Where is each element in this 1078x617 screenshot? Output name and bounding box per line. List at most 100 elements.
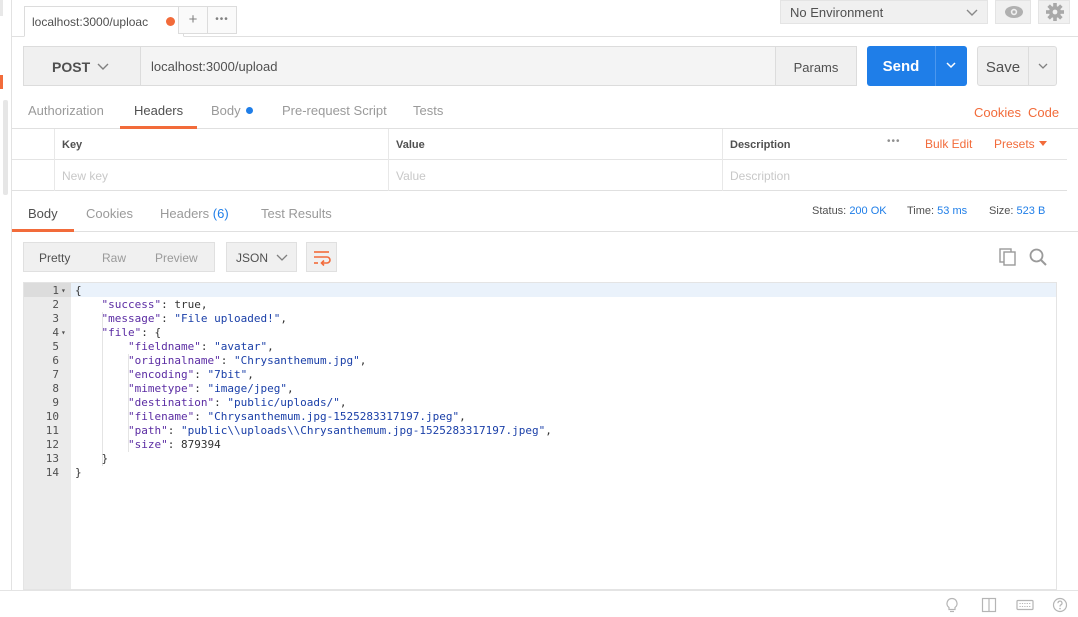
line-number: 7 [52, 368, 59, 381]
time-value: 53 ms [937, 205, 968, 217]
tab-headers[interactable]: Headers [120, 103, 198, 129]
status-bar [0, 590, 1078, 617]
tab-response-body[interactable]: Body [12, 206, 74, 232]
code-text: "filename": "Chrysanthemum.jpg-152528331… [127, 410, 466, 423]
response-time: Time: 53 ms [907, 205, 967, 217]
left-sidebar-edge [0, 0, 12, 590]
new-key-input[interactable]: New key [54, 160, 389, 191]
headers-table: Key Value Description ••• Bulk Edit Pres… [12, 129, 1067, 191]
code-text: "mimetype": "image/jpeg", [127, 382, 294, 395]
code-text: "encoding": "7bit", [127, 368, 254, 381]
sidebar-scrollbar[interactable] [3, 100, 8, 195]
fold-toggle-icon[interactable]: ▾ [61, 284, 66, 298]
line-number: 2 [52, 298, 59, 311]
two-pane-icon[interactable] [981, 597, 997, 613]
method-select[interactable]: POST [23, 46, 140, 86]
line-number: 10 [45, 410, 59, 423]
status-label: Status: [812, 205, 847, 217]
mode-raw[interactable]: Raw [102, 251, 126, 265]
format-label: JSON [236, 251, 269, 265]
mode-pretty[interactable]: Pretty [39, 251, 70, 265]
code-link[interactable]: Code [1028, 105, 1059, 120]
send-options-chevron-icon[interactable] [935, 57, 967, 78]
tab-label: localhost:3000/uploac [32, 15, 149, 29]
code-text: "destination": "public/uploads/", [127, 396, 347, 409]
response-status: Status: 200 OK [812, 205, 887, 217]
cookies-link[interactable]: Cookies [974, 105, 1021, 120]
line-number: 11 [45, 424, 59, 437]
sidebar-edge-mark [0, 0, 3, 16]
code-text: } [75, 452, 109, 465]
headers-more-button[interactable]: ••• [887, 136, 901, 147]
response-body-editor[interactable]: 1 ▾{2 "success": true, 3 "message": "File … [23, 282, 1057, 590]
copy-icon[interactable] [998, 247, 1018, 267]
response-headers-label: Headers [160, 206, 210, 221]
code-text: { [75, 284, 82, 297]
tab-test-results[interactable]: Test Results [261, 206, 332, 232]
keyboard-icon[interactable] [1016, 597, 1034, 613]
new-tab-button[interactable]: + [178, 6, 208, 34]
tab-body[interactable]: Body [211, 103, 253, 129]
tab-authorization[interactable]: Authorization [28, 103, 104, 129]
wrap-lines-icon [314, 251, 331, 267]
lightbulb-icon[interactable] [944, 597, 960, 613]
save-label: Save [985, 59, 1021, 76]
wrap-lines-button[interactable] [306, 242, 337, 272]
unsaved-dot-icon [166, 17, 175, 26]
chevron-down-icon [96, 58, 110, 79]
active-line-highlight [71, 283, 1056, 297]
tab-options-button[interactable]: ••• [207, 6, 237, 34]
tab-pre-request-script[interactable]: Pre-request Script [282, 103, 387, 129]
gear-icon [1046, 3, 1064, 21]
help-icon[interactable] [1052, 597, 1068, 613]
eye-icon [1005, 6, 1023, 18]
code-text: "fieldname": "avatar", [127, 340, 274, 353]
line-number: 9 [52, 396, 59, 409]
line-number: 12 [45, 438, 59, 451]
tab-tests[interactable]: Tests [413, 103, 443, 129]
time-label: Time: [907, 205, 935, 217]
new-value-input[interactable]: Value [388, 160, 723, 191]
code-text: "size": 879394 [127, 438, 221, 451]
status-value: 200 OK [849, 205, 887, 217]
line-number: 5 [52, 340, 59, 353]
line-number: 3 [52, 312, 59, 325]
method-label: POST [52, 59, 91, 75]
bulk-edit-link[interactable]: Bulk Edit [925, 137, 972, 151]
response-headers-count: (6) [212, 206, 229, 221]
new-description-input[interactable]: Description [722, 160, 1067, 191]
headers-table-header: Key Value Description ••• Bulk Edit Pres… [12, 129, 1067, 160]
caret-down-icon [1038, 137, 1048, 151]
presets-label: Presets [994, 137, 1035, 151]
code-text: "originalname": "Chrysanthemum.jpg", [127, 354, 367, 367]
environment-quick-look-button[interactable] [995, 0, 1031, 24]
save-button[interactable]: Save [977, 46, 1057, 86]
fold-toggle-icon[interactable]: ▾ [61, 326, 66, 340]
line-number: 14 [45, 466, 59, 479]
manage-environments-button[interactable] [1038, 0, 1070, 24]
tab-request[interactable]: localhost:3000/uploac [24, 6, 184, 37]
response-size: Size: 523 B [989, 205, 1045, 217]
response-tabs: Body Cookies Headers (6) Test Results St… [12, 200, 1078, 232]
save-options-chevron-icon[interactable] [1028, 58, 1058, 79]
line-number: 13 [45, 452, 59, 465]
code-text: "path": "public\\uploads\\Chrysanthemum.… [127, 424, 552, 437]
code-text: "success": true, [101, 298, 208, 311]
code-text: "file": { [101, 326, 162, 339]
environment-select[interactable]: No Environment [780, 0, 988, 24]
tab-response-headers[interactable]: Headers (6) [160, 206, 229, 232]
body-indicator-dot-icon [245, 107, 253, 114]
url-input[interactable]: localhost:3000/upload [140, 46, 776, 86]
search-icon[interactable] [1028, 247, 1048, 267]
send-button[interactable]: Send [867, 46, 967, 86]
presets-dropdown[interactable]: Presets [994, 137, 1048, 151]
params-button[interactable]: Params [775, 46, 857, 86]
tab-response-cookies[interactable]: Cookies [86, 206, 133, 232]
tab-body-label: Body [211, 103, 241, 118]
table-row: New key Value Description [12, 160, 1067, 191]
format-select[interactable]: JSON [226, 242, 297, 272]
chevron-down-icon [275, 250, 289, 269]
code-text: "message": "File uploaded!", [101, 312, 287, 325]
mode-preview[interactable]: Preview [155, 251, 198, 265]
request-tabs: Authorization Headers Body Pre-request S… [12, 98, 1078, 129]
